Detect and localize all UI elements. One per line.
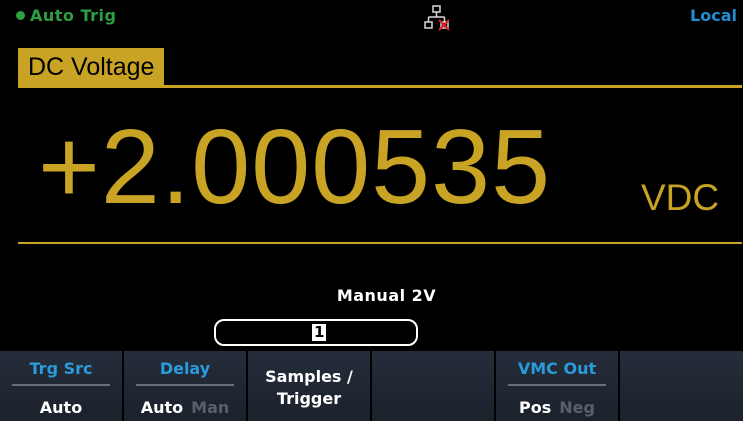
trigger-indicator-dot (16, 11, 25, 20)
trigger-status: Auto Trig (16, 6, 116, 25)
softkey-options: Auto Man (124, 398, 246, 417)
remote-local-label: Local (690, 6, 737, 25)
range-label: Manual 2V (336, 286, 437, 305)
softkey-bar: Trg Src Auto Delay Auto Man Samples / Tri… (0, 351, 743, 421)
softkey-vmc-out[interactable]: VMC Out Pos Neg (496, 351, 618, 421)
vmc-option-pos: Pos (519, 398, 552, 417)
samples-input-field[interactable]: 1 (214, 319, 418, 346)
measurement-function-title: DC Voltage (18, 48, 165, 86)
softkey-label: Trg Src (29, 359, 93, 378)
softkey-trigger-source[interactable]: Trg Src Auto (0, 351, 122, 421)
softkey-divider (12, 384, 110, 386)
multimeter-screen: Auto Trig Local DC Voltage +2.000535 VDC… (0, 0, 743, 421)
softkey-empty-6[interactable] (620, 351, 743, 421)
softkey-divider (136, 384, 234, 386)
delay-option-auto: Auto (140, 398, 184, 417)
softkey-empty-4[interactable] (372, 351, 494, 421)
softkey-delay[interactable]: Delay Auto Man (124, 351, 246, 421)
softkey-label: Samples / Trigger (248, 366, 370, 410)
network-disconnected-icon (424, 5, 450, 31)
samples-input-value[interactable]: 1 (312, 324, 327, 341)
softkey-samples-trigger[interactable]: Samples / Trigger (248, 351, 370, 421)
delay-option-man: Man (191, 398, 230, 417)
softkey-options: Pos Neg (496, 398, 618, 417)
softkey-label: VMC Out (517, 359, 597, 378)
trigger-label: Auto Trig (30, 6, 117, 25)
softkey-label-line2: Trigger (276, 389, 342, 408)
softkey-divider (508, 384, 606, 386)
status-bar: Auto Trig Local (0, 0, 743, 36)
main-reading: +2.000535 (38, 108, 552, 226)
title-divider (18, 85, 742, 88)
reading-unit: VDC (641, 177, 720, 218)
vmc-option-neg: Neg (559, 398, 595, 417)
softkey-label-line1: Samples / (265, 367, 353, 386)
softkey-value: Auto (39, 398, 83, 417)
softkey-label: Delay (159, 359, 211, 378)
reading-divider (18, 242, 742, 244)
